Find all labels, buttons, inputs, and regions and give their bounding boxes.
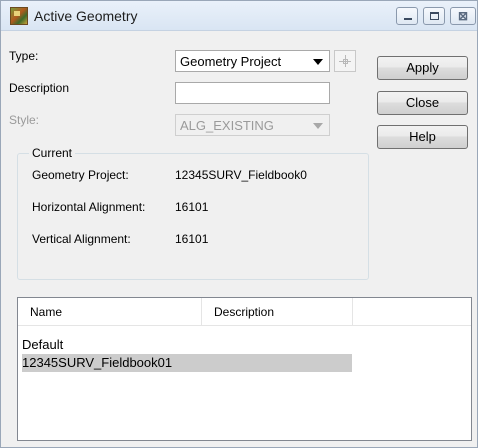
geometry-list[interactable]: Name Description Default 12345SURV_Field…	[17, 297, 472, 441]
vertical-alignment-value: 16101	[175, 232, 209, 246]
column-divider[interactable]	[352, 298, 353, 326]
close-button[interactable]: Close	[377, 91, 468, 115]
type-select-value: Geometry Project	[180, 54, 282, 69]
minimize-icon	[404, 18, 412, 20]
column-header-description[interactable]: Description	[202, 298, 352, 326]
close-window-button[interactable]: ⊠	[450, 7, 476, 25]
list-item[interactable]: Default	[22, 336, 63, 354]
style-label: Style:	[9, 113, 40, 127]
horizontal-alignment-value: 16101	[175, 200, 209, 214]
help-button[interactable]: Help	[377, 125, 468, 149]
geometry-project-value: 12345SURV_Fieldbook0	[175, 168, 307, 182]
style-select[interactable]: ALG_EXISTING	[175, 114, 330, 136]
vertical-alignment-label: Vertical Alignment:	[32, 232, 131, 246]
geometry-project-label: Geometry Project:	[32, 168, 129, 182]
maximize-icon	[430, 12, 439, 20]
description-label: Description	[9, 81, 70, 95]
list-header: Name Description	[18, 298, 471, 326]
description-input[interactable]	[175, 82, 330, 104]
list-item-name: Default	[22, 337, 64, 352]
chevron-down-icon	[313, 59, 323, 65]
crosshair-button[interactable]	[334, 50, 356, 72]
maximize-button[interactable]	[423, 7, 445, 25]
column-header-name[interactable]: Name	[18, 298, 201, 326]
list-item-selected[interactable]: 12345SURV_Fieldbook01	[22, 354, 352, 372]
type-select[interactable]: Geometry Project	[175, 50, 330, 72]
chevron-down-icon	[313, 123, 323, 129]
close-icon: ⊠	[457, 9, 469, 23]
apply-button[interactable]: Apply	[377, 56, 468, 80]
horizontal-alignment-label: Horizontal Alignment:	[32, 200, 146, 214]
list-item-name: 12345SURV_Fieldbook01	[22, 355, 173, 370]
style-select-value: ALG_EXISTING	[180, 118, 274, 133]
minimize-button[interactable]	[396, 7, 418, 25]
current-legend: Current	[29, 146, 76, 160]
type-label: Type:	[9, 49, 39, 63]
window-title: Active Geometry	[34, 8, 138, 24]
title-bar[interactable]: Active Geometry ⊠	[1, 1, 477, 31]
active-geometry-dialog: Active Geometry ⊠ Type: Geometry Project…	[0, 0, 478, 448]
geometry-app-icon	[10, 7, 28, 25]
